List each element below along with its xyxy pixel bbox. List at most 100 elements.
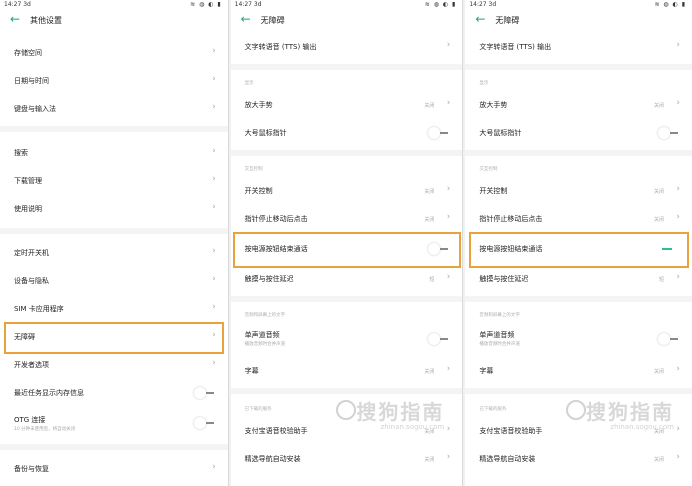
section-header-services: 已下载的服务 bbox=[244, 407, 272, 412]
toggle-switch[interactable] bbox=[428, 127, 451, 139]
status-bar: 14:27 3d ≋ ◍ ◐ ▮ bbox=[231, 0, 463, 10]
settings-item-otg[interactable]: OTG 连接 10 分钟未使用后，将自动关闭 bbox=[0, 410, 228, 438]
watermark-text: 搜狗指南 bbox=[586, 400, 674, 424]
settings-item-datetime[interactable]: 日期与时间 › bbox=[0, 70, 228, 92]
back-arrow-icon[interactable]: ← bbox=[241, 12, 251, 26]
toggle-switch[interactable] bbox=[658, 127, 680, 139]
tts-output-item[interactable]: 文字转语音 (TTS) 输出 › bbox=[465, 36, 692, 58]
item-label: 单声道音频 bbox=[244, 331, 280, 339]
back-arrow-icon[interactable]: ← bbox=[10, 12, 20, 26]
section-header-audio: 音频和屏幕上的文字 bbox=[244, 313, 286, 318]
captions-item[interactable]: 字幕 关闭 › bbox=[231, 360, 463, 382]
captions-item[interactable]: 字幕 关闭 › bbox=[465, 360, 692, 382]
item-label: 触摸与按住延迟 bbox=[479, 275, 529, 283]
mono-audio-item[interactable]: 单声道音频 播放音频时合并声道 bbox=[465, 326, 692, 354]
item-label: 精选导航自动安装 bbox=[479, 455, 536, 463]
settings-item-device-privacy[interactable]: 设备与隐私 › bbox=[0, 270, 228, 292]
touch-hold-delay-item[interactable]: 触摸与按住延迟 短 › bbox=[465, 268, 692, 290]
settings-item-search[interactable]: 搜索 › bbox=[0, 142, 228, 164]
item-label: 备份与恢复 bbox=[14, 465, 49, 473]
chevron-right-icon: › bbox=[212, 174, 216, 184]
settings-item-memory-info[interactable]: 最近任务显示内存信息 bbox=[0, 382, 228, 404]
watermark: 搜狗指南 zhinan.sogou.com bbox=[336, 396, 445, 431]
highlight-box bbox=[232, 232, 461, 268]
accessibility-screen-after: 14:27 3d ≋ ◍ ◐ ▮ ← 无障碍 文字转语音 (TTS) 输出 › … bbox=[465, 0, 692, 486]
switch-control-item[interactable]: 开关控制 关闭 › bbox=[465, 180, 692, 202]
item-label: 指针停止移动后点击 bbox=[244, 215, 308, 223]
item-label: 开关控制 bbox=[479, 187, 508, 195]
accessibility-screen-before: 14:27 3d ≋ ◍ ◐ ▮ ← 无障碍 文字转语音 (TTS) 输出 › … bbox=[230, 0, 464, 486]
status-icons: ≋ ◍ ◐ ▮ bbox=[190, 1, 222, 8]
sogou-logo-icon bbox=[566, 400, 586, 420]
tts-output-item[interactable]: 文字转语音 (TTS) 输出 › bbox=[231, 36, 463, 58]
watermark-text: 搜狗指南 bbox=[356, 400, 445, 424]
item-value: 关闭 bbox=[424, 369, 435, 375]
item-label: 字幕 bbox=[479, 367, 494, 375]
page-title: 无障碍 bbox=[260, 16, 285, 25]
toggle-switch[interactable] bbox=[658, 333, 680, 345]
item-label: 存储空间 bbox=[14, 49, 42, 57]
other-settings-screen: 14:27 3d ≋ ◍ ◐ ▮ ← 其他设置 存储空间 › 日期与时间 › 键… bbox=[0, 0, 229, 486]
chevron-right-icon: › bbox=[446, 40, 451, 50]
featured-nav-item[interactable]: 精选导航自动安装 关闭 › bbox=[231, 448, 463, 470]
item-label: 日期与时间 bbox=[14, 77, 49, 85]
dwell-click-item[interactable]: 指针停止移动后点击 关闭 › bbox=[231, 208, 463, 230]
chevron-right-icon: › bbox=[446, 424, 451, 434]
touch-hold-delay-item[interactable]: 触摸与按住延迟 短 › bbox=[231, 268, 463, 290]
divider bbox=[465, 388, 692, 394]
item-label: 下载管理 bbox=[14, 177, 42, 185]
large-cursor-item[interactable]: 大号鼠标指针 bbox=[231, 122, 463, 144]
magnify-gesture-item[interactable]: 放大手势 关闭 › bbox=[231, 94, 463, 116]
settings-item-schedule-power[interactable]: 定时开关机 › bbox=[0, 242, 228, 264]
settings-item-keyboard[interactable]: 键盘与输入法 › bbox=[0, 98, 228, 120]
chevron-right-icon: › bbox=[212, 358, 216, 368]
chevron-right-icon: › bbox=[676, 98, 680, 108]
chevron-right-icon: › bbox=[446, 184, 451, 194]
item-subtitle: 10 分钟未使用后，将自动关闭 bbox=[14, 427, 76, 432]
item-label: 设备与隐私 bbox=[14, 277, 49, 285]
settings-item-backup[interactable]: 备份与恢复 › bbox=[0, 458, 228, 480]
magnify-gesture-item[interactable]: 放大手势 关闭 › bbox=[465, 94, 692, 116]
featured-nav-item[interactable]: 精选导航自动安装 关闭 › bbox=[465, 448, 692, 470]
item-label: 最近任务显示内存信息 bbox=[14, 389, 84, 397]
item-label: 精选导航自动安装 bbox=[244, 455, 301, 463]
item-label: 触摸与按住延迟 bbox=[244, 275, 294, 283]
settings-item-developer[interactable]: 开发者选项 › bbox=[0, 354, 228, 376]
chevron-right-icon: › bbox=[676, 212, 680, 222]
highlight-box bbox=[4, 322, 224, 354]
chevron-right-icon: › bbox=[676, 40, 680, 50]
item-label: 大号鼠标指针 bbox=[479, 129, 522, 137]
settings-item-guide[interactable]: 使用说明 › bbox=[0, 198, 228, 220]
section-header-interaction: 交互控制 bbox=[479, 167, 498, 172]
status-bar: 14:27 3d ≋ ◍ ◐ ▮ bbox=[465, 0, 692, 10]
divider bbox=[465, 150, 692, 156]
divider bbox=[0, 228, 228, 234]
chevron-right-icon: › bbox=[212, 462, 216, 472]
settings-item-sim-apps[interactable]: SIM 卡应用程序 › bbox=[0, 298, 228, 320]
section-header-interaction: 交互控制 bbox=[244, 167, 263, 172]
watermark-url: zhinan.sogou.com bbox=[610, 423, 674, 431]
settings-item-storage[interactable]: 存储空间 › bbox=[0, 42, 228, 64]
item-value: 短 bbox=[658, 277, 664, 283]
section-header-audio: 音频和屏幕上的文字 bbox=[479, 313, 520, 318]
dwell-click-item[interactable]: 指针停止移动后点击 关闭 › bbox=[465, 208, 692, 230]
toggle-switch[interactable] bbox=[428, 333, 451, 345]
item-value: 关闭 bbox=[424, 217, 435, 223]
toggle-switch[interactable] bbox=[193, 387, 216, 399]
large-cursor-item[interactable]: 大号鼠标指针 bbox=[465, 122, 692, 144]
toggle-switch[interactable] bbox=[193, 417, 216, 429]
back-arrow-icon[interactable]: ← bbox=[475, 12, 485, 26]
item-value: 关闭 bbox=[424, 103, 435, 109]
chevron-right-icon: › bbox=[212, 246, 216, 256]
mono-audio-item[interactable]: 单声道音频 播放音频时合并声道 bbox=[231, 326, 463, 354]
chevron-right-icon: › bbox=[446, 212, 451, 222]
item-label: 指针停止移动后点击 bbox=[479, 215, 543, 223]
switch-control-item[interactable]: 开关控制 关闭 › bbox=[231, 180, 463, 202]
highlight-box bbox=[469, 232, 690, 268]
settings-item-downloads[interactable]: 下载管理 › bbox=[0, 170, 228, 192]
chevron-right-icon: › bbox=[212, 274, 216, 284]
item-value: 关闭 bbox=[653, 369, 664, 375]
chevron-right-icon: › bbox=[212, 302, 216, 312]
divider bbox=[0, 126, 228, 132]
sogou-logo-icon bbox=[336, 400, 357, 420]
